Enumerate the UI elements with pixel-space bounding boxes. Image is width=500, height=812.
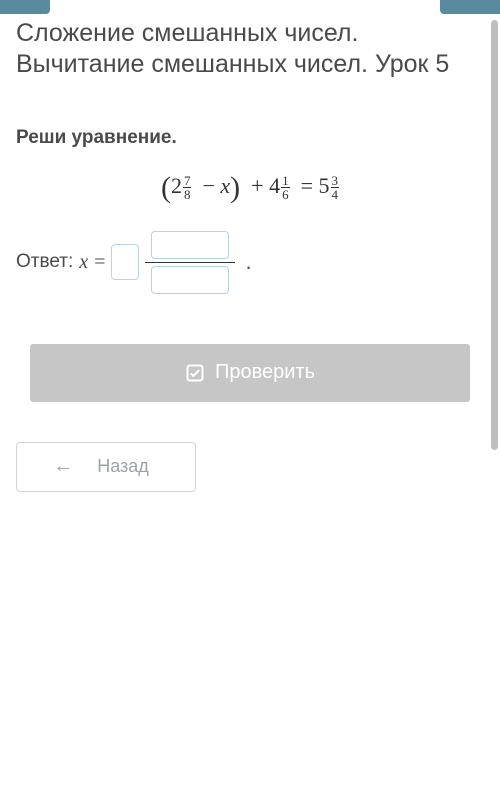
- check-icon: [185, 363, 205, 383]
- check-button[interactable]: Проверить: [30, 344, 470, 402]
- page-title: Сложение смешанных чисел. Вычитание смеш…: [16, 18, 484, 81]
- check-button-label: Проверить: [215, 361, 315, 384]
- answer-numerator-input[interactable]: [151, 231, 229, 259]
- fraction-line: [145, 262, 235, 263]
- answer-whole-input[interactable]: [111, 244, 139, 280]
- answer-label: Ответ:: [16, 251, 73, 273]
- back-button-label: Назад: [97, 456, 149, 477]
- answer-denominator-input[interactable]: [151, 266, 229, 294]
- equals-sign: =: [94, 251, 105, 274]
- top-right-tab[interactable]: [440, 0, 500, 14]
- equation: (278 − x) + 416 = 534: [16, 171, 484, 205]
- scrollbar[interactable]: [491, 20, 498, 450]
- top-left-tab[interactable]: [0, 0, 50, 14]
- arrow-left-icon: ←: [53, 455, 73, 478]
- answer-variable: x: [79, 251, 88, 274]
- answer-row: Ответ: x = .: [16, 231, 484, 294]
- task-prompt: Реши уравнение.: [16, 127, 484, 149]
- back-button[interactable]: ← Назад: [16, 442, 196, 492]
- period: .: [245, 249, 251, 275]
